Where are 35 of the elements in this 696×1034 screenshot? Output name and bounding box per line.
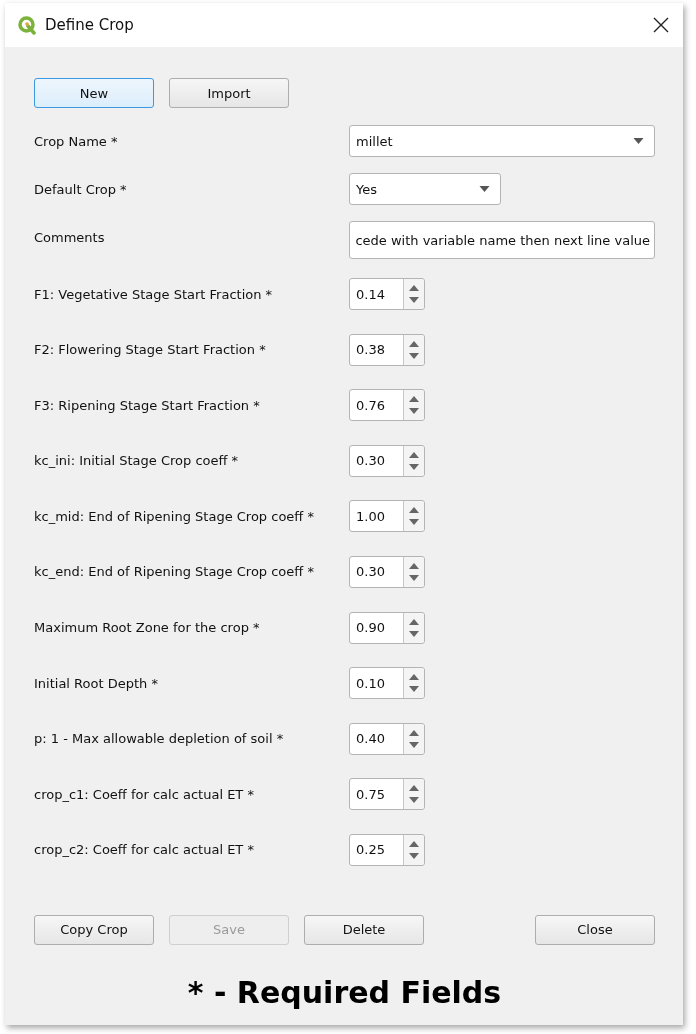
field-label: Default Crop * bbox=[34, 181, 128, 197]
action-button[interactable]: Delete bbox=[304, 914, 424, 945]
field-label: kc_mid: End of Ripening Stage Crop coeff * bbox=[34, 508, 315, 524]
spin-box[interactable]: 0.38 bbox=[349, 333, 425, 366]
text-field[interactable]: cede with variable name then next line value bbox=[349, 221, 655, 259]
spin-box[interactable]: 0.90 bbox=[349, 611, 425, 644]
field-label: Maximum Root Zone for the crop * bbox=[34, 620, 261, 636]
field-label: F3: Ripening Stage Start Fraction * bbox=[34, 397, 261, 413]
dropdown[interactable]: Yes bbox=[349, 173, 501, 205]
field-label: F2: Flowering Stage Start Fraction * bbox=[34, 342, 267, 358]
action-button[interactable]: New bbox=[34, 78, 154, 108]
action-button[interactable]: Close bbox=[535, 914, 655, 945]
dropdown[interactable]: millet bbox=[349, 125, 655, 157]
spin-box[interactable]: 0.40 bbox=[349, 722, 425, 755]
window-title: Define Crop bbox=[45, 16, 135, 34]
field-label: crop_c2: Coeff for calc actual ET * bbox=[34, 842, 255, 858]
spin-box[interactable]: 0.30 bbox=[349, 555, 425, 588]
action-button[interactable]: Copy Crop bbox=[34, 914, 154, 945]
spin-box[interactable]: 1.00 bbox=[349, 500, 425, 533]
field-label: Initial Root Depth * bbox=[34, 675, 159, 691]
spin-box[interactable]: 0.10 bbox=[349, 667, 425, 700]
spin-box[interactable]: 0.76 bbox=[349, 389, 425, 422]
field-label: kc_end: End of Ripening Stage Crop coeff * bbox=[34, 564, 315, 580]
field-label: Crop Name * bbox=[34, 133, 119, 149]
required-fields-note: * - Required Fields bbox=[186, 974, 503, 1010]
field-label: p: 1 - Max allowable depletion of soil * bbox=[34, 731, 285, 747]
field-label: kc_ini: Initial Stage Crop coeff * bbox=[34, 453, 240, 469]
spin-box[interactable]: 0.14 bbox=[349, 278, 425, 310]
spin-box[interactable]: 0.30 bbox=[349, 444, 425, 477]
action-button[interactable]: Import bbox=[169, 78, 289, 108]
spin-box[interactable]: 0.25 bbox=[349, 833, 425, 866]
field-label: Comments bbox=[34, 229, 106, 245]
field-label: crop_c1: Coeff for calc actual ET * bbox=[34, 786, 255, 802]
spin-box[interactable]: 0.75 bbox=[349, 778, 425, 811]
field-label: F1: Vegetative Stage Start Fraction * bbox=[34, 286, 274, 302]
